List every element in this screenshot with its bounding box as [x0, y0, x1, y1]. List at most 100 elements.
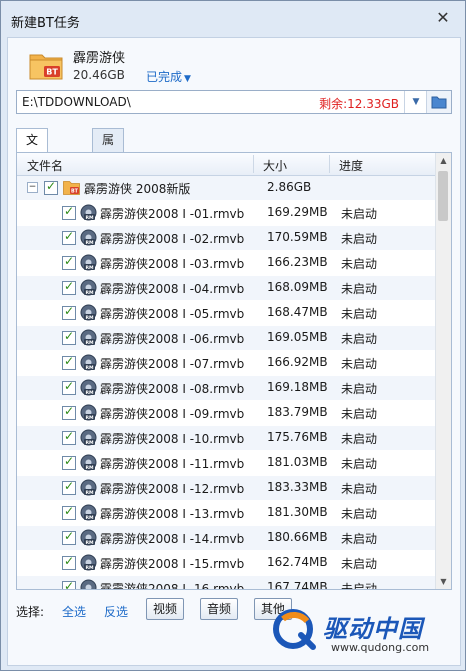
- bt-folder-icon: BT: [29, 54, 63, 80]
- scrollbar-thumb[interactable]: [438, 171, 448, 221]
- column-header-progress[interactable]: 进度: [339, 157, 363, 174]
- file-row[interactable]: RM 霹雳游侠2008 I -03.rmvb 166.23MB 未启动: [17, 251, 435, 276]
- rmvb-file-icon: RM: [80, 229, 97, 246]
- file-checkbox[interactable]: [62, 354, 76, 370]
- folder-icon: [431, 96, 447, 109]
- video-filter-button[interactable]: 视频: [146, 598, 185, 620]
- rmvb-file-icon: RM: [80, 404, 97, 421]
- file-size: 162.74MB: [267, 555, 328, 569]
- file-size: 169.05MB: [267, 330, 328, 344]
- rm-icon-badge: RM: [85, 390, 94, 396]
- file-list: 文件名 大小 进度 − BT 霹雳游侠 2008新版 2.86GB: [16, 152, 452, 590]
- file-checkbox[interactable]: [62, 529, 76, 545]
- dialog-body: BT 霹雳游侠 20.46GB 已完成 ▼ E:\TDDOWNLOAD\ 剩余:1…: [7, 37, 461, 666]
- file-name: 霹雳游侠2008 I -08.rmvb: [100, 382, 245, 396]
- file-checkbox[interactable]: [62, 404, 76, 420]
- file-progress: 未启动: [341, 257, 378, 271]
- file-size: 166.23MB: [267, 255, 328, 269]
- rmvb-file-icon: RM: [80, 554, 97, 571]
- audio-filter-button[interactable]: 音频: [200, 598, 239, 620]
- browse-folder-button[interactable]: [426, 91, 451, 113]
- file-checkbox[interactable]: [62, 579, 76, 589]
- save-path-input[interactable]: E:\TDDOWNLOAD\: [22, 95, 131, 109]
- file-size: 183.33MB: [267, 480, 328, 494]
- scroll-down-icon[interactable]: ▼: [436, 574, 451, 589]
- file-checkbox[interactable]: [62, 329, 76, 345]
- file-checkbox[interactable]: [62, 454, 76, 470]
- rm-icon-badge: RM: [85, 490, 94, 496]
- file-checkbox[interactable]: [62, 229, 76, 245]
- folder-checkbox[interactable]: [44, 179, 58, 195]
- qudong-logo-icon: [273, 609, 316, 650]
- file-progress: 未启动: [341, 382, 378, 396]
- file-row[interactable]: RM 霹雳游侠2008 I -09.rmvb 183.79MB 未启动: [17, 401, 435, 426]
- file-row[interactable]: RM霹雳游侠2008 I -16.rmvb 167.74MB 未启动: [17, 576, 435, 590]
- save-path-combobox[interactable]: E:\TDDOWNLOAD\ 剩余:12.33GB ▼: [16, 90, 452, 114]
- folder-row[interactable]: − BT 霹雳游侠 2008新版 2.86GB: [17, 176, 435, 201]
- column-header-size[interactable]: 大小: [263, 157, 287, 174]
- rm-icon-badge: RM: [85, 215, 94, 221]
- file-name: 霹雳游侠2008 I -02.rmvb: [100, 232, 245, 246]
- file-size: 183.79MB: [267, 405, 328, 419]
- rmvb-file-icon: RM: [80, 329, 97, 346]
- file-checkbox[interactable]: [62, 304, 76, 320]
- file-row[interactable]: RM 霹雳游侠2008 I -06.rmvb 169.05MB 未启动: [17, 326, 435, 351]
- rmvb-file-icon: RM: [80, 279, 97, 296]
- task-name: 霹雳游侠: [73, 51, 126, 66]
- file-row[interactable]: RM 霹雳游侠2008 I -08.rmvb 169.18MB 未启动: [17, 376, 435, 401]
- file-progress: 未启动: [341, 507, 378, 521]
- bt-icon-badge: BT: [46, 68, 58, 77]
- rmvb-file-icon: RM: [80, 504, 97, 521]
- file-progress: 未启动: [341, 357, 378, 371]
- file-row[interactable]: RM 霹雳游侠2008 I -12.rmvb 183.33MB 未启动: [17, 476, 435, 501]
- close-button[interactable]: ✕: [431, 7, 455, 29]
- rm-icon-badge: RM: [85, 415, 94, 421]
- file-size: 167.74MB: [267, 580, 328, 590]
- path-dropdown-icon[interactable]: ▼: [404, 91, 427, 113]
- file-checkbox[interactable]: [62, 479, 76, 495]
- file-row[interactable]: RM 霹雳游侠2008 I -02.rmvb 170.59MB 未启动: [17, 226, 435, 251]
- rm-icon-badge: RM: [85, 240, 94, 246]
- rmvb-file-icon: RM: [80, 204, 97, 221]
- file-checkbox[interactable]: [62, 379, 76, 395]
- new-bt-task-window: 新建BT任务 ✕ BT 霹雳游侠 20.46GB 已完成 ▼ E:\TDDOWNL…: [0, 0, 466, 671]
- scroll-up-icon[interactable]: ▲: [436, 153, 451, 168]
- file-name: 霹雳游侠2008 I -14.rmvb: [100, 532, 245, 546]
- file-name: 霹雳游侠2008 I -16.rmvb: [100, 582, 245, 590]
- file-row[interactable]: RM 霹雳游侠2008 I -10.rmvb 175.76MB 未启动: [17, 426, 435, 451]
- collapse-toggle-icon[interactable]: −: [27, 182, 38, 193]
- rmvb-file-icon: RM: [80, 529, 97, 546]
- chevron-down-icon: ▼: [184, 74, 191, 84]
- file-row[interactable]: RM 霹雳游侠2008 I -15.rmvb 162.74MB 未启动: [17, 551, 435, 576]
- vertical-scrollbar[interactable]: ▲ ▼: [435, 153, 451, 589]
- file-progress: 未启动: [341, 282, 378, 296]
- file-name: 霹雳游侠2008 I -07.rmvb: [100, 357, 245, 371]
- file-checkbox[interactable]: [62, 204, 76, 220]
- file-checkbox[interactable]: [62, 279, 76, 295]
- file-row[interactable]: RM 霹雳游侠2008 I -07.rmvb 166.92MB 未启动: [17, 351, 435, 376]
- file-progress: 未启动: [341, 482, 378, 496]
- tab-property-settings[interactable]: 属性设置: [92, 128, 125, 213]
- file-row[interactable]: RM 霹雳游侠2008 I -14.rmvb 180.66MB 未启动: [17, 526, 435, 551]
- tab-file-settings[interactable]: 文件设置: [16, 128, 49, 213]
- rmvb-file-icon: RM: [80, 429, 97, 446]
- select-all-link[interactable]: 全选: [62, 603, 86, 620]
- file-size: 170.59MB: [267, 230, 328, 244]
- column-divider[interactable]: [329, 155, 330, 173]
- file-row[interactable]: RM 霹雳游侠2008 I -05.rmvb 168.47MB 未启动: [17, 301, 435, 326]
- file-row[interactable]: RM 霹雳游侠2008 I -13.rmvb 181.30MB 未启动: [17, 501, 435, 526]
- file-checkbox[interactable]: [62, 254, 76, 270]
- column-divider[interactable]: [253, 155, 254, 173]
- file-row[interactable]: RM 霹雳游侠2008 I -04.rmvb 168.09MB 未启动: [17, 276, 435, 301]
- file-progress: 未启动: [341, 582, 378, 590]
- file-row[interactable]: RM 霹雳游侠2008 I -11.rmvb 181.03MB 未启动: [17, 451, 435, 476]
- window-title: 新建BT任务: [11, 16, 80, 31]
- file-checkbox[interactable]: [62, 504, 76, 520]
- invert-selection-link[interactable]: 反选: [104, 603, 128, 620]
- file-checkbox[interactable]: [62, 429, 76, 445]
- file-row[interactable]: RM 霹雳游侠2008 I -01.rmvb 169.29MB 未启动: [17, 201, 435, 226]
- watermark-text: 驱动中国: [323, 615, 423, 643]
- column-header-name[interactable]: 文件名: [27, 157, 63, 174]
- task-status-dropdown[interactable]: 已完成 ▼: [146, 68, 191, 85]
- file-checkbox[interactable]: [62, 554, 76, 570]
